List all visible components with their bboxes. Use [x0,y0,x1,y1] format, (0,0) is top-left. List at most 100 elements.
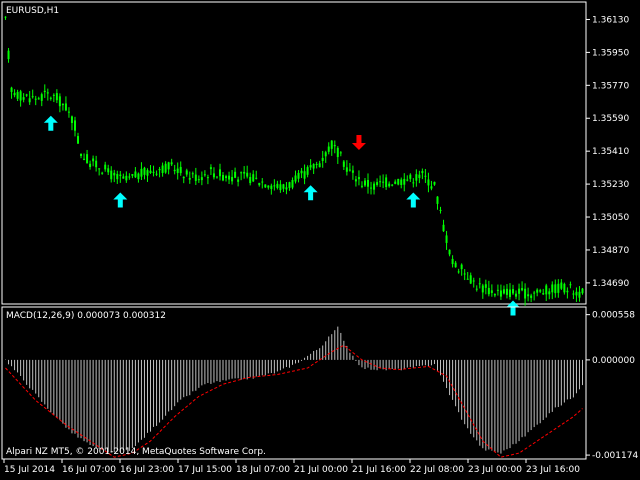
candle-body [536,289,539,293]
candle-body [107,168,110,173]
candle-body [382,181,385,183]
footer-copyright: Alpari NZ MT5, © 2001-2014, MetaQuotes S… [6,447,266,457]
candle-body [560,282,563,289]
candle-body [436,196,439,204]
time-tick-label: 17 Jul 15:00 [178,465,232,475]
candle-body [231,176,234,182]
candle-body [170,162,173,165]
chart-window[interactable]: EURUSD,H1 1.361301.359501.357701.355901.… [0,0,640,480]
candle-body [502,289,505,294]
time-tick-label: 23 Jul 16:00 [526,465,580,475]
candle-body [19,91,22,101]
candle-body [403,178,406,185]
candle-body [95,160,98,168]
candle-body [433,181,436,185]
candle-body [309,165,312,168]
candle-body [83,158,86,160]
candle-body [43,90,46,92]
candle-body [188,177,191,180]
candle-body [22,97,25,100]
candle-body [400,179,403,185]
candle-body [315,163,318,165]
candle-body [469,275,472,284]
candle-body [463,273,466,275]
candle-body [64,103,67,111]
candle-body [388,183,391,187]
candle-body [373,183,376,190]
candle-body [273,185,276,187]
candle-body [566,290,569,293]
candle-body [164,163,167,173]
candle-body [487,287,490,295]
candle-body [182,176,185,179]
candle-body [46,92,49,94]
candle-body [155,173,158,175]
candle-body [285,187,288,190]
candle-body [300,170,303,174]
candle-body [191,173,194,175]
candle-body [351,170,354,173]
candle-body [475,288,478,290]
candle-body [58,96,61,107]
time-tick-label: 21 Jul 00:00 [294,465,348,475]
price-tick-label: 1.34690 [592,279,629,289]
candle-body [421,171,424,174]
candle-body [215,176,218,178]
candle-body [339,152,342,154]
candle-body [460,264,463,270]
candle-body [255,177,258,179]
macd-tick-label: 0.000000 [592,356,635,366]
candle-body [40,94,43,101]
candle-body [249,176,252,184]
candle-body [73,120,76,131]
candle-body [80,153,83,156]
candle-body [306,167,309,175]
candle-body [146,170,149,176]
candle-body [16,92,19,99]
candle-body [276,183,279,189]
candle-body [545,285,548,295]
price-tick-label: 1.35950 [592,48,629,58]
candle-body [4,16,7,18]
price-tick-label: 1.35230 [592,180,629,190]
candle-body [430,186,433,189]
candle-body [312,164,315,169]
candle-body [333,144,336,147]
candle-body [7,50,10,60]
candle-body [89,163,92,167]
candle-body [321,157,324,161]
candle-body [499,290,502,297]
candle-body [493,293,496,296]
candle-body [267,185,270,188]
candle-body [31,96,34,98]
candle-body [173,169,176,172]
candle-body [445,235,448,243]
candle-body [10,87,13,92]
candle-body [530,295,533,298]
candle-body [203,174,206,176]
candle-body [282,184,285,189]
candle-body [457,271,460,273]
macd-tick-label: -0.001174 [592,451,638,461]
candle-body [270,185,273,190]
candle-body [110,170,113,180]
candle-body [152,171,155,173]
candle-body [451,258,454,265]
candle-body [237,179,240,182]
candle-body [478,283,481,285]
candle-body [512,289,515,294]
candle-body [140,168,143,177]
candle-body [55,93,58,101]
macd-tick-label: 0.000558 [592,311,635,321]
candle-body [86,154,89,164]
candle-body [13,92,16,96]
candle-body [288,182,291,188]
candle-body [61,103,64,106]
candle-body [137,173,140,180]
candle-body [330,140,333,149]
candle-body [490,290,493,293]
candle-body [345,167,348,172]
candle-body [161,165,164,174]
candle-body [113,172,116,176]
price-tick-label: 1.35410 [592,147,629,157]
